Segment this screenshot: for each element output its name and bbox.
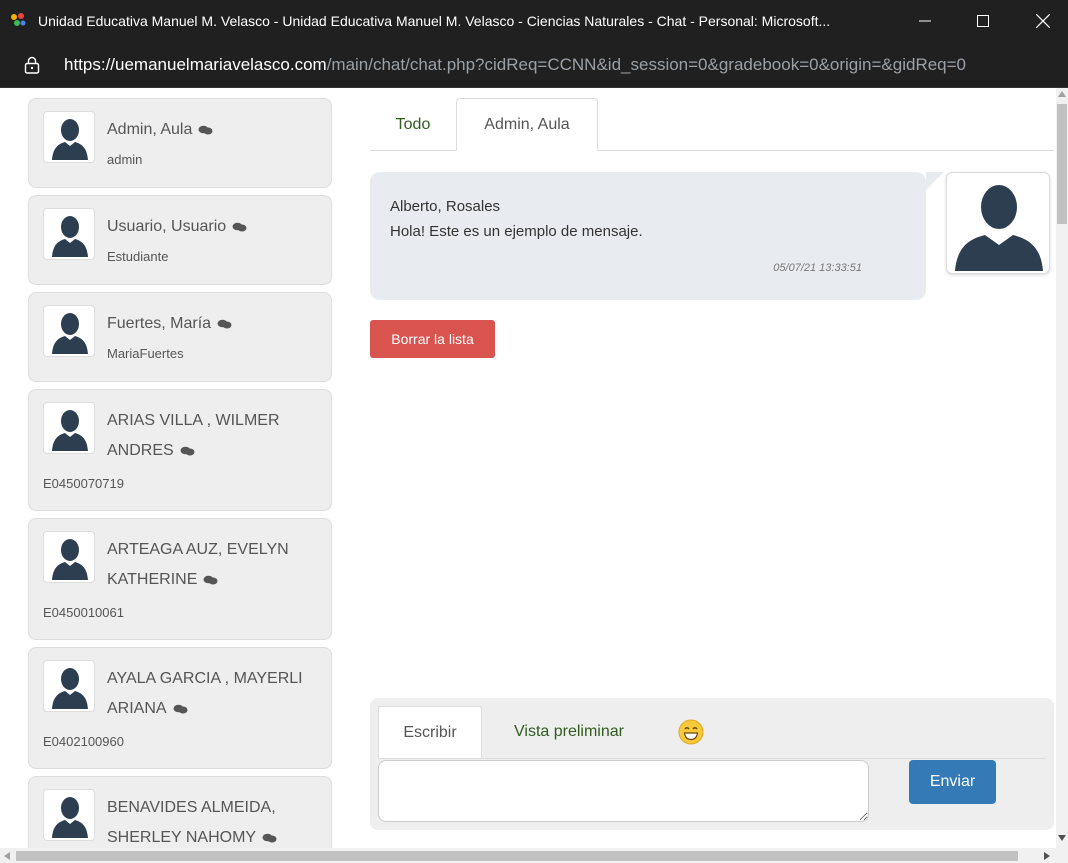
horizontal-scrollbar-thumb[interactable] bbox=[16, 851, 1018, 861]
contact-name: BENAVIDES ALMEIDA, SHERLEY NAHOMY bbox=[107, 799, 276, 846]
window-title: Unidad Educativa Manuel M. Velasco - Uni… bbox=[38, 13, 831, 29]
contact-name-block: ARTEAGA AUZ, EVELYN KATHERINE bbox=[107, 535, 325, 595]
contact-name: ARTEAGA AUZ, EVELYN KATHERINE bbox=[107, 541, 289, 588]
contact-username: E0402100960 bbox=[43, 734, 124, 749]
message-sender: Alberto, Rosales bbox=[390, 198, 501, 215]
scrollbar-corner bbox=[1056, 848, 1068, 863]
contact-item[interactable]: Admin, Aula admin bbox=[28, 98, 332, 188]
tab-admin-aula[interactable]: Admin, Aula bbox=[456, 98, 598, 151]
scroll-right-icon[interactable] bbox=[1044, 852, 1050, 860]
close-button[interactable] bbox=[1020, 0, 1066, 42]
contact-name-block: BENAVIDES ALMEIDA, SHERLEY NAHOMY bbox=[107, 793, 325, 848]
url-path: /main/chat/chat.php?cidReq=CCNN&id_sessi… bbox=[326, 54, 967, 74]
user-silhouette-icon bbox=[43, 111, 95, 163]
chat-message: Alberto, Rosales Hola! Este es un ejempl… bbox=[370, 172, 926, 300]
contact-username: Estudiante bbox=[107, 249, 169, 264]
tab-write[interactable]: Escribir bbox=[378, 706, 482, 758]
maximize-button[interactable] bbox=[960, 0, 1006, 42]
lock-icon[interactable] bbox=[24, 56, 40, 74]
contact-username: E0450070719 bbox=[43, 476, 124, 491]
user-silhouette-icon bbox=[43, 660, 95, 712]
chat-page: Admin, Aula admin Usuario, Usuario Estud… bbox=[0, 88, 1056, 848]
user-silhouette-icon bbox=[43, 208, 95, 260]
url-host: https://uemanuelmariavelasco.com bbox=[64, 54, 327, 74]
contact-item[interactable]: ARIAS VILLA , WILMER ANDRES E0450070719 bbox=[28, 389, 332, 511]
tab-preview[interactable]: Vista preliminar bbox=[494, 706, 644, 758]
minimize-button[interactable] bbox=[902, 0, 948, 42]
chat-bubble-icon bbox=[180, 446, 195, 456]
url-text[interactable]: https://uemanuelmariavelasco.com/main/ch… bbox=[64, 55, 966, 75]
contact-item[interactable]: BENAVIDES ALMEIDA, SHERLEY NAHOMY bbox=[28, 776, 332, 848]
address-bar[interactable]: https://uemanuelmariavelasco.com/main/ch… bbox=[0, 42, 1068, 88]
chat-tabs: Todo Admin, Aula bbox=[370, 98, 1054, 151]
clear-list-button[interactable]: Borrar la lista bbox=[370, 320, 495, 358]
browser-app-icon bbox=[8, 11, 28, 31]
contact-name-block: AYALA GARCIA , MAYERLI ARIANA bbox=[107, 664, 325, 724]
message-composer: Escribir Vista preliminar Enviar bbox=[370, 698, 1054, 830]
contact-username: admin bbox=[107, 152, 143, 167]
user-silhouette-icon bbox=[946, 172, 1050, 274]
contact-item[interactable]: AYALA GARCIA , MAYERLI ARIANA E040210096… bbox=[28, 647, 332, 769]
contact-name: AYALA GARCIA , MAYERLI ARIANA bbox=[107, 670, 303, 717]
vertical-scrollbar[interactable] bbox=[1056, 88, 1068, 848]
chat-bubble-icon bbox=[262, 833, 277, 843]
message-timestamp: 05/07/21 13:33:51 bbox=[773, 262, 862, 274]
message-bubble-tail bbox=[926, 172, 944, 190]
contact-name-block: Usuario, Usuario Estudiante bbox=[107, 212, 325, 272]
contact-item[interactable]: Fuertes, María MariaFuertes bbox=[28, 292, 332, 382]
scroll-up-icon[interactable] bbox=[1058, 91, 1066, 97]
grin-emoji-icon[interactable] bbox=[676, 706, 706, 758]
message-text: Hola! Este es un ejemplo de mensaje. bbox=[390, 223, 643, 240]
contact-name: Admin, Aula bbox=[107, 121, 193, 138]
chat-bubble-icon bbox=[203, 575, 218, 585]
contact-name-block: Admin, Aula admin bbox=[107, 115, 325, 175]
user-silhouette-icon bbox=[43, 305, 95, 357]
contact-name-block: ARIAS VILLA , WILMER ANDRES bbox=[107, 406, 325, 466]
scroll-down-icon[interactable] bbox=[1058, 835, 1066, 841]
chat-bubble-icon bbox=[232, 222, 247, 232]
chat-bubble-icon bbox=[217, 319, 232, 329]
user-silhouette-icon bbox=[43, 531, 95, 583]
contact-item[interactable]: ARTEAGA AUZ, EVELYN KATHERINE E045001006… bbox=[28, 518, 332, 640]
chat-bubble-icon bbox=[198, 125, 213, 135]
user-silhouette-icon bbox=[43, 789, 95, 841]
contact-username: MariaFuertes bbox=[107, 346, 184, 361]
contact-username: E0450010061 bbox=[43, 605, 124, 620]
contact-name-block: Fuertes, María MariaFuertes bbox=[107, 309, 325, 369]
window-titlebar: Unidad Educativa Manuel M. Velasco - Uni… bbox=[0, 0, 1068, 42]
send-button[interactable]: Enviar bbox=[909, 760, 996, 804]
contact-name: Fuertes, María bbox=[107, 315, 212, 332]
contact-name: Usuario, Usuario bbox=[107, 218, 227, 235]
scroll-left-icon[interactable] bbox=[4, 852, 10, 860]
tab-todo[interactable]: Todo bbox=[370, 98, 456, 151]
horizontal-scrollbar[interactable] bbox=[0, 848, 1056, 863]
composer-divider bbox=[378, 758, 1046, 759]
chat-bubble-icon bbox=[173, 704, 188, 714]
vertical-scrollbar-thumb[interactable] bbox=[1057, 104, 1067, 224]
user-silhouette-icon bbox=[43, 402, 95, 454]
message-input[interactable] bbox=[378, 760, 869, 822]
contact-item[interactable]: Usuario, Usuario Estudiante bbox=[28, 195, 332, 285]
